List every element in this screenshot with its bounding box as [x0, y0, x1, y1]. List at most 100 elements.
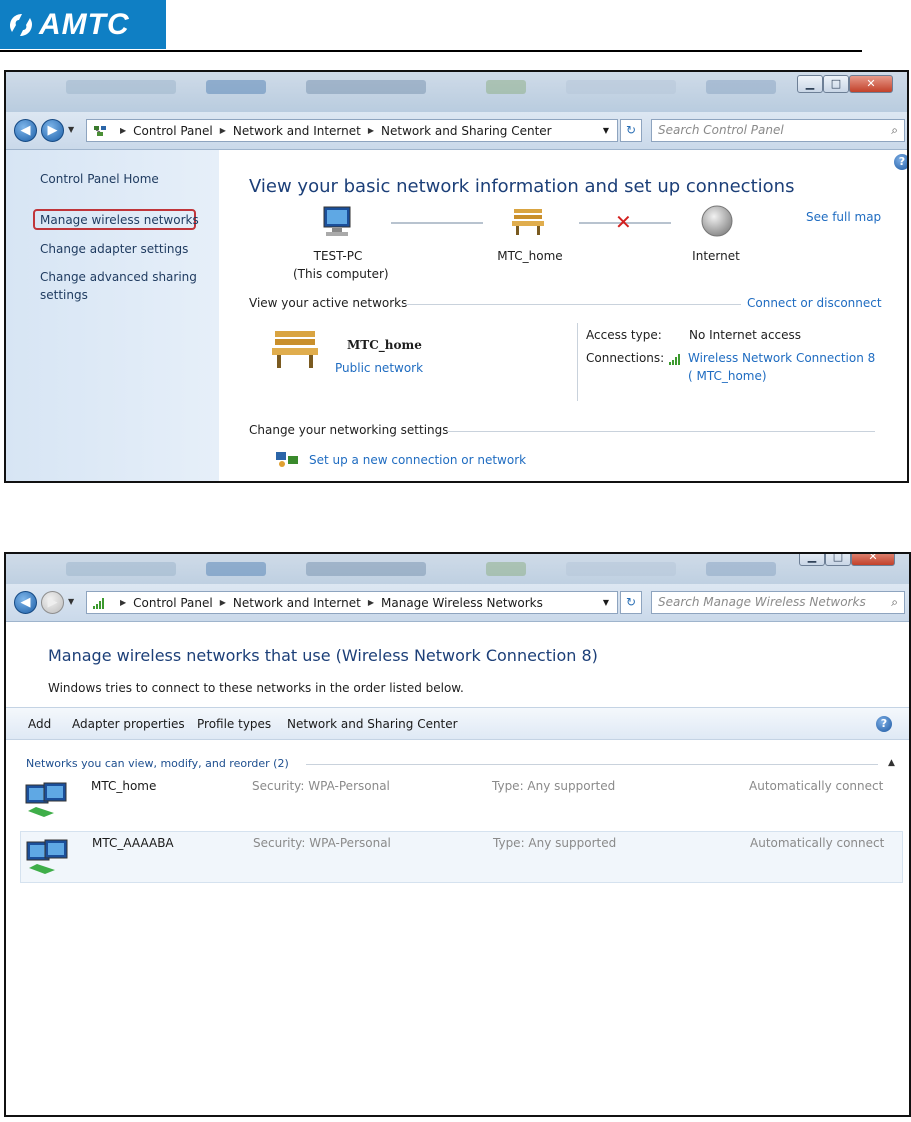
recent-pages-dropdown-icon[interactable]: ▼	[68, 597, 74, 606]
connections-label: Connections:	[586, 351, 665, 365]
network-name: MTC_home	[91, 779, 157, 793]
network-mode: Automatically connect	[749, 779, 884, 793]
forward-button[interactable]: ▶	[41, 591, 64, 614]
network-type: Type: Any supported	[492, 779, 616, 793]
network-sharing-center-button[interactable]: Network and Sharing Center	[287, 717, 458, 731]
adapter-properties-button[interactable]: Adapter properties	[72, 717, 185, 731]
search-input[interactable]: Search Control Panel ⌕	[651, 119, 905, 142]
public-network-link[interactable]: Public network	[335, 361, 423, 375]
breadcrumb-separator-icon: ▶	[367, 126, 375, 135]
internet-globe-icon	[701, 205, 733, 237]
breadcrumb-current-page[interactable]: Manage Wireless Networks	[381, 596, 543, 610]
maximize-button[interactable]: □	[823, 75, 849, 93]
vertical-divider	[577, 323, 578, 401]
address-dropdown-icon[interactable]: ▼	[603, 598, 609, 607]
access-type-label: Access type:	[586, 328, 662, 342]
map-connector	[391, 222, 483, 224]
breadcrumb-separator-icon: ▶	[367, 598, 375, 607]
no-connection-x-icon: ✕	[615, 210, 632, 234]
window-content: Control Panel Home Manage wireless netwo…	[6, 150, 907, 481]
breadcrumb-separator-icon: ▶	[219, 598, 226, 607]
change-settings-heading: Change your networking settings	[249, 423, 449, 437]
title-bar: ▁ □ ✕	[6, 72, 907, 112]
back-button[interactable]: ◀	[14, 119, 37, 142]
breadcrumb-network-internet[interactable]: Network and Internet	[233, 124, 361, 138]
minimize-button[interactable]: ▁	[799, 554, 825, 566]
computer-name: TEST-PC	[313, 249, 363, 263]
setup-new-connection-link[interactable]: Set up a new connection or network	[309, 453, 526, 467]
profile-types-button[interactable]: Profile types	[197, 717, 271, 731]
network-security: Security: WPA-Personal	[253, 836, 391, 850]
wireless-connection-ssid[interactable]: ( MTC_home)	[688, 369, 767, 383]
page-title: Manage wireless networks that use (Wirel…	[48, 646, 598, 665]
search-input[interactable]: Search Manage Wireless Networks ⌕	[651, 591, 905, 614]
recent-pages-dropdown-icon[interactable]: ▼	[68, 125, 74, 134]
active-networks-heading: View your active networks	[249, 296, 408, 310]
brand-logo: AMTC	[0, 0, 166, 49]
change-advanced-sharing-link-line2[interactable]: settings	[40, 286, 88, 304]
wireless-network-icon	[25, 782, 67, 817]
forward-button[interactable]: ▶	[41, 119, 64, 142]
network-name: MTC_AAAABA	[92, 836, 174, 850]
left-navigation-pane: Control Panel Home Manage wireless netwo…	[6, 150, 219, 481]
breadcrumb-control-panel[interactable]: Control Panel	[133, 596, 213, 610]
change-advanced-sharing-link[interactable]: Change advanced sharing	[40, 268, 197, 286]
manage-wireless-networks-link[interactable]: Manage wireless networks	[40, 211, 199, 229]
list-item[interactable]: MTC_AAAABA Security: WPA-Personal Type: …	[20, 831, 903, 883]
change-adapter-settings-link[interactable]: Change adapter settings	[40, 240, 188, 258]
breadcrumb-network-internet[interactable]: Network and Internet	[233, 596, 361, 610]
back-button[interactable]: ◀	[14, 591, 37, 614]
setup-connection-icon	[276, 452, 298, 467]
search-icon[interactable]: ⌕	[891, 592, 898, 613]
breadcrumb-separator-icon: ▶	[120, 126, 127, 135]
collapse-group-icon[interactable]: ▲	[888, 758, 895, 768]
help-icon[interactable]: ?	[876, 716, 892, 732]
logo-text: AMTC	[39, 8, 130, 41]
breadcrumb-current-page[interactable]: Network and Sharing Center	[381, 124, 552, 138]
page-title: View your basic network information and …	[249, 176, 795, 197]
refresh-button[interactable]: ↻	[620, 591, 642, 614]
search-icon[interactable]: ⌕	[891, 120, 898, 141]
network-mode: Automatically connect	[750, 836, 885, 850]
address-dropdown-icon[interactable]: ▼	[603, 126, 609, 135]
list-item[interactable]: MTC_home Security: WPA-Personal Type: An…	[20, 775, 903, 827]
address-field[interactable]: ▶ Control Panel ▶ Network and Internet ▶…	[86, 591, 618, 614]
add-button[interactable]: Add	[28, 717, 51, 731]
maximize-button[interactable]: □	[825, 554, 851, 566]
wifi-signal-icon	[669, 354, 680, 365]
window-content: Manage wireless networks that use (Wirel…	[6, 622, 909, 1115]
wireless-signal-icon	[93, 597, 104, 609]
active-network-name: MTC_home	[347, 338, 422, 352]
computer-subtitle: (This computer)	[293, 267, 389, 281]
header-rule	[0, 50, 862, 52]
page-subtitle: Windows tries to connect to these networ…	[48, 681, 464, 695]
connect-or-disconnect-link[interactable]: Connect or disconnect	[747, 296, 882, 310]
refresh-button[interactable]: ↻	[620, 119, 642, 142]
manage-wireless-networks-window: ▁ □ ✕ ◀ ▶ ▼ ▶ Control Panel ▶ Network an…	[4, 552, 911, 1117]
access-type-value: No Internet access	[689, 328, 802, 342]
map-internet-label: Internet	[692, 249, 740, 263]
network-icon	[94, 125, 106, 136]
section-divider	[447, 431, 875, 432]
network-security: Security: WPA-Personal	[252, 779, 390, 793]
main-pane: ? View your basic network information an…	[219, 150, 907, 481]
close-button[interactable]: ✕	[849, 75, 893, 93]
breadcrumb-control-panel[interactable]: Control Panel	[133, 124, 213, 138]
network-sharing-center-window: ▁ □ ✕ ◀ ▶ ▼ ▶ Control Panel ▶ Network an…	[4, 70, 909, 483]
breadcrumb-separator-icon: ▶	[219, 126, 226, 135]
address-bar-row: ◀ ▶ ▼ ▶ Control Panel ▶ Network and Inte…	[6, 112, 907, 150]
wireless-connection-link[interactable]: Wireless Network Connection 8	[688, 351, 875, 365]
section-divider	[405, 304, 741, 305]
wireless-network-icon	[26, 839, 68, 874]
close-button[interactable]: ✕	[851, 554, 895, 566]
control-panel-home-link[interactable]: Control Panel Home	[40, 170, 159, 188]
help-icon[interactable]: ?	[894, 154, 907, 170]
network-group-label: Networks you can view, modify, and reord…	[26, 757, 289, 770]
group-divider	[306, 764, 878, 765]
public-network-bench-icon	[272, 331, 318, 368]
command-toolbar: Add Adapter properties Profile types Net…	[6, 707, 909, 740]
minimize-button[interactable]: ▁	[797, 75, 823, 93]
see-full-map-link[interactable]: See full map	[806, 210, 881, 224]
computer-icon	[323, 206, 351, 236]
address-field[interactable]: ▶ Control Panel ▶ Network and Internet ▶…	[86, 119, 618, 142]
